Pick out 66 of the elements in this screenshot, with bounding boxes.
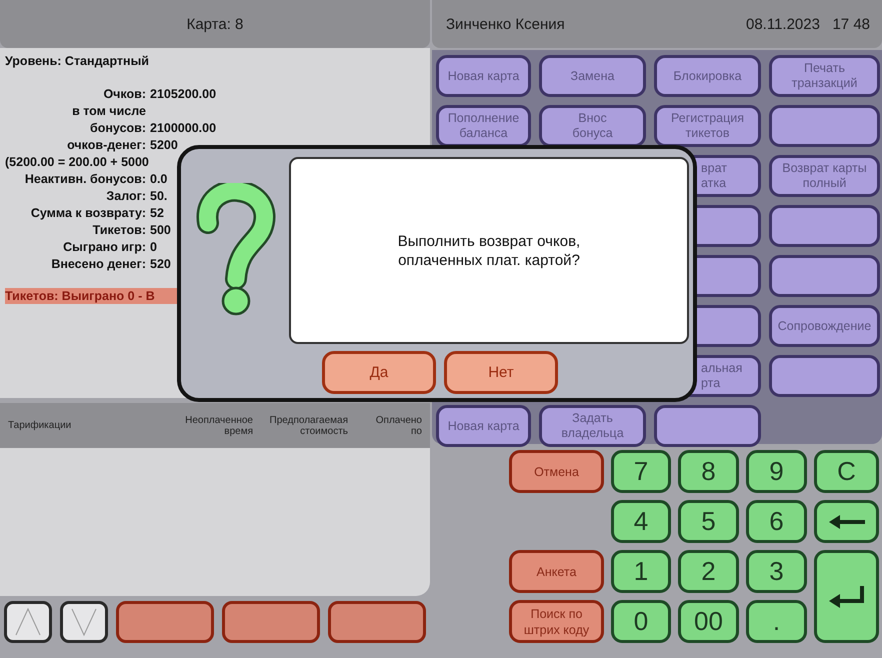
- stat-label: Залог:: [106, 188, 146, 204]
- keypad-key[interactable]: 5: [678, 500, 739, 543]
- keypad-key[interactable]: 2: [678, 550, 739, 593]
- keypad-key[interactable]: 8: [678, 450, 739, 493]
- stat-label: очков-денег:: [67, 137, 146, 153]
- tickets-warning: Тикетов: Выиграно 0 - В: [5, 288, 177, 304]
- side-button[interactable]: Поиск по штрих коду: [509, 600, 604, 643]
- keypad-key[interactable]: 4: [611, 500, 671, 543]
- keypad-key[interactable]: .: [746, 600, 807, 643]
- stat-value: 2105200.00: [150, 86, 216, 102]
- keypad-key[interactable]: 0: [611, 600, 671, 643]
- column-header: Оплачено по: [376, 414, 422, 436]
- backspace-key[interactable]: [814, 500, 879, 543]
- stat-label: Тикетов:: [92, 222, 146, 238]
- action-button[interactable]: Задать владельца: [539, 405, 646, 447]
- dialog-message: Выполнить возврат очков, оплаченных плат. картой?: [398, 232, 580, 270]
- keypad-key[interactable]: 00: [678, 600, 739, 643]
- stat-note: в том числе: [72, 103, 146, 119]
- stat-value: 0.0: [150, 171, 168, 187]
- side-button[interactable]: Анкета: [509, 550, 604, 593]
- action-button[interactable]: Сопровождение: [769, 305, 880, 347]
- stat-label: Неактивн. бонусов:: [24, 171, 146, 187]
- date-time: 08.11.2023 17 48: [746, 16, 870, 32]
- keypad-key[interactable]: 7: [611, 450, 671, 493]
- action-button[interactable]: Регистрация тикетов: [654, 105, 761, 147]
- enter-arrow-icon: [828, 586, 864, 608]
- stat-label: Очков:: [103, 86, 146, 102]
- stat-label: Сумма к возврату:: [30, 205, 146, 221]
- keypad-key[interactable]: 6: [746, 500, 807, 543]
- stat-value: 50.: [150, 188, 168, 204]
- action-button[interactable]: Замена: [539, 55, 646, 97]
- action-button[interactable]: Возврат карты полный: [769, 155, 880, 197]
- card-title: Карта: 8: [186, 16, 244, 32]
- stat-value: 520: [150, 256, 171, 272]
- keypad-key[interactable]: 1: [611, 550, 671, 593]
- action-button[interactable]: Блокировка: [654, 55, 761, 97]
- level-text: Уровень: Стандартный: [5, 54, 149, 68]
- yes-button[interactable]: Да: [322, 351, 436, 394]
- stat-formula: (5200.00 = 200.00 + 5000: [5, 154, 149, 170]
- stat-label: бонусов:: [90, 120, 146, 136]
- column-header: Неоплаченное время: [185, 414, 253, 436]
- action-button[interactable]: Новая карта: [436, 405, 531, 447]
- stat-value: 2100000.00: [150, 120, 216, 136]
- stat-value: 0: [150, 239, 157, 255]
- backspace-arrow-icon: [828, 514, 864, 528]
- stat-label: Сыграно игр:: [63, 239, 146, 255]
- stat-value: 500: [150, 222, 171, 238]
- no-button[interactable]: Нет: [444, 351, 558, 394]
- action-button[interactable]: Внос бонуса: [539, 105, 646, 147]
- keypad-key[interactable]: 3: [746, 550, 807, 593]
- stat-value: 5200: [150, 137, 178, 153]
- operator-name: Зинченко Ксения: [446, 16, 565, 32]
- column-header: Предполагаемая стоимость: [270, 414, 348, 436]
- action-button[interactable]: Пополнение баланса: [436, 105, 531, 147]
- keypad-key[interactable]: C: [814, 450, 879, 493]
- scroll-up-button[interactable]: [4, 601, 52, 643]
- column-header: Тарификации: [8, 420, 72, 431]
- keypad-key[interactable]: 9: [746, 450, 807, 493]
- question-icon: [194, 183, 276, 317]
- stat-value: 52: [150, 205, 164, 221]
- action-button[interactable]: Новая карта: [436, 55, 531, 97]
- side-button[interactable]: Отмена: [509, 450, 604, 493]
- action-button[interactable]: Печать транзакций: [769, 55, 880, 97]
- scroll-down-button[interactable]: [60, 601, 108, 643]
- enter-key[interactable]: [814, 550, 879, 643]
- stat-label: Внесено денег:: [51, 256, 146, 272]
